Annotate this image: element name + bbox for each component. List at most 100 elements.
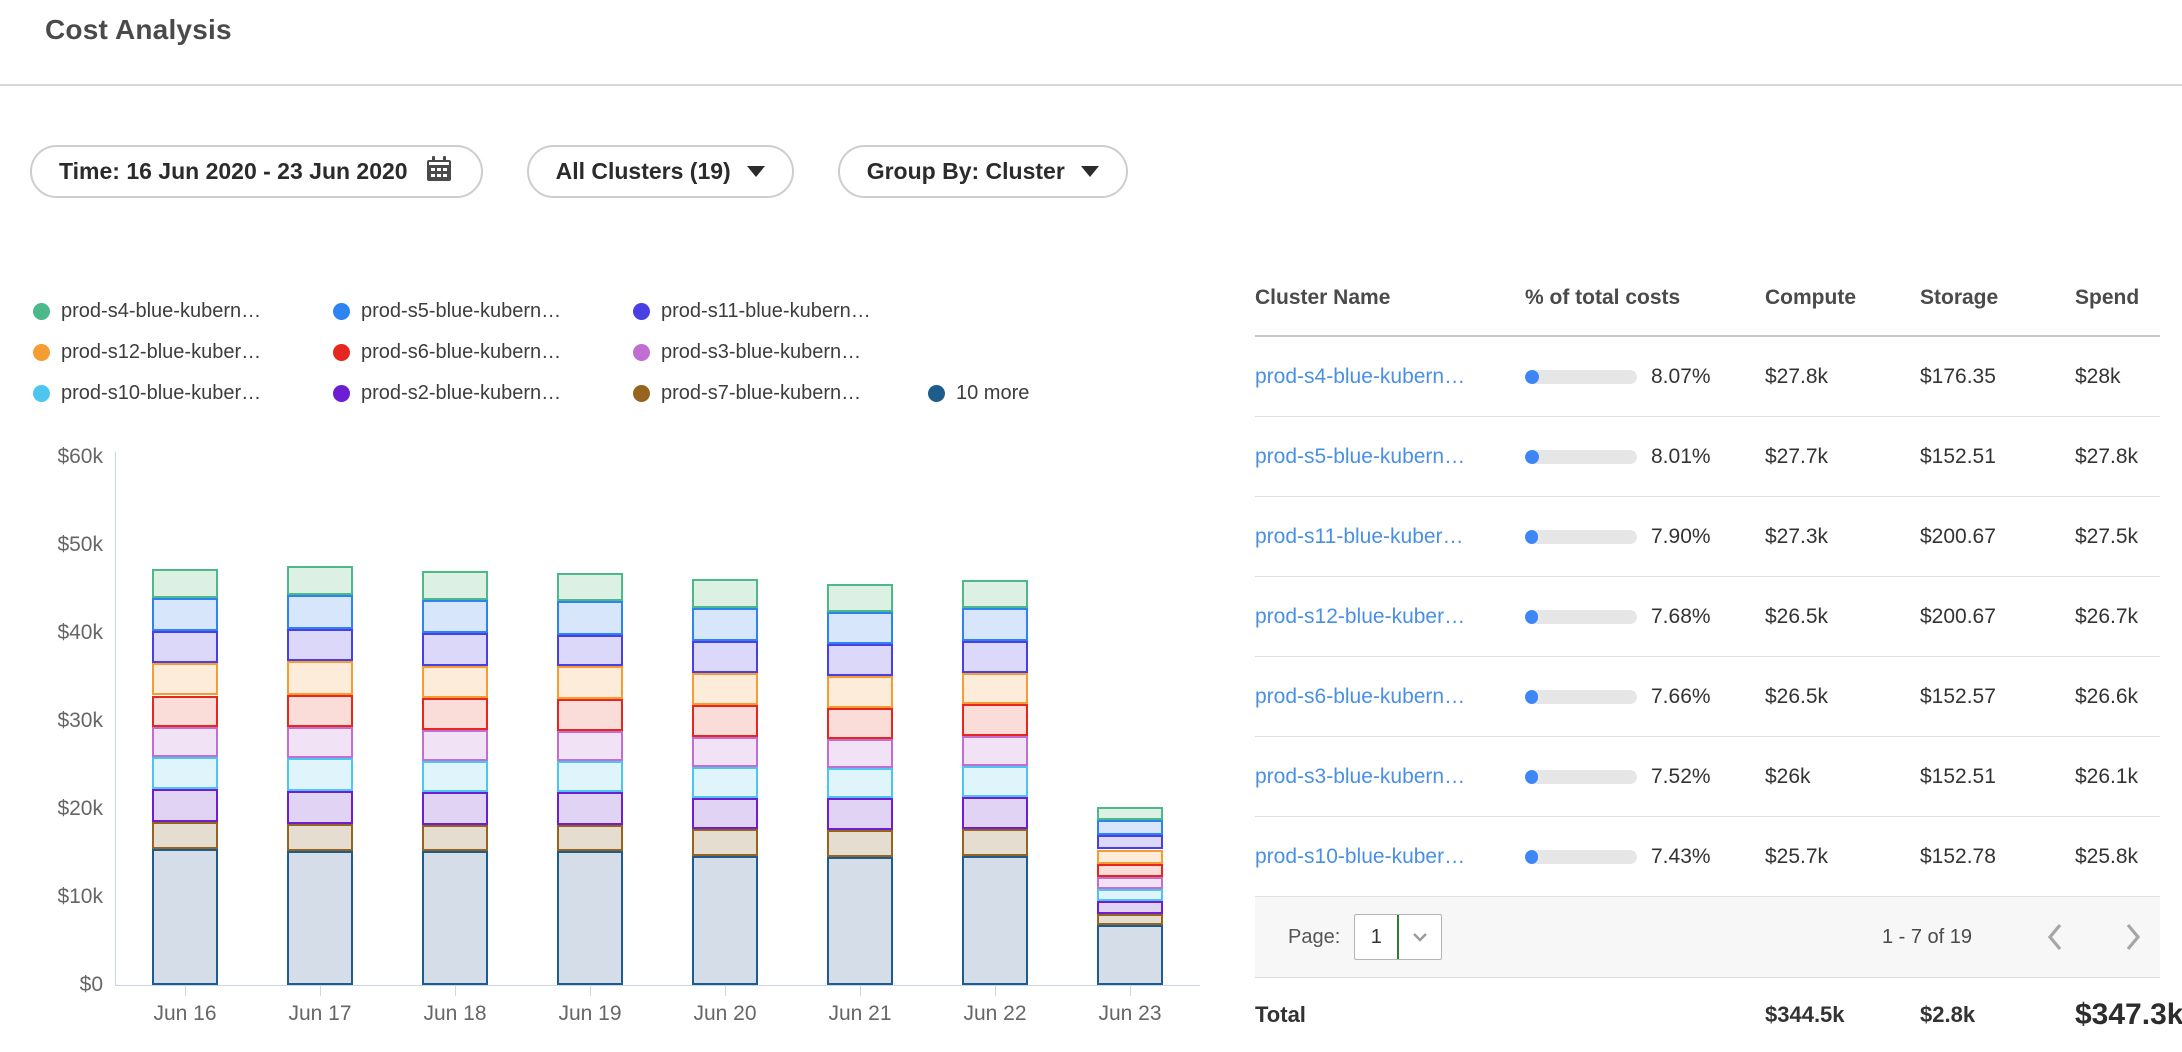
bar-segment[interactable]: [962, 797, 1028, 830]
bar-segment[interactable]: [827, 644, 893, 676]
legend-item[interactable]: prod-s4-blue-kubern…: [33, 296, 261, 326]
bar-segment[interactable]: [422, 792, 488, 825]
bar-segment[interactable]: [827, 676, 893, 708]
bar-segment[interactable]: [557, 851, 623, 985]
cluster-name-link[interactable]: prod-s12-blue-kuber…: [1255, 605, 1465, 628]
bar-segment[interactable]: [1097, 864, 1163, 876]
previous-page-button[interactable]: [2044, 920, 2066, 954]
bar-segment[interactable]: [287, 791, 353, 824]
bar-segment[interactable]: [962, 608, 1028, 641]
time-range-filter-button[interactable]: Time: 16 Jun 2020 - 23 Jun 2020: [30, 145, 483, 198]
bar-segment[interactable]: [287, 758, 353, 791]
bar-segment[interactable]: [152, 663, 218, 696]
bar-segment[interactable]: [557, 792, 623, 825]
bar-segment[interactable]: [422, 851, 488, 985]
bar-segment[interactable]: [962, 766, 1028, 797]
bar-segment[interactable]: [422, 600, 488, 633]
page-select[interactable]: 1: [1354, 914, 1442, 960]
bar-segment[interactable]: [827, 584, 893, 612]
legend-item[interactable]: prod-s11-blue-kubern…: [633, 296, 871, 326]
cluster-name-link[interactable]: prod-s11-blue-kuber…: [1255, 525, 1464, 548]
bar-segment[interactable]: [827, 612, 893, 645]
bar-segment[interactable]: [692, 705, 758, 737]
bar-segment[interactable]: [962, 736, 1028, 766]
bar-segment[interactable]: [422, 571, 488, 600]
cluster-name-link[interactable]: prod-s5-blue-kubern…: [1255, 445, 1465, 468]
bar-segment[interactable]: [692, 798, 758, 830]
bar-segment[interactable]: [692, 579, 758, 608]
legend-item[interactable]: prod-s12-blue-kuber…: [33, 337, 261, 367]
bar-segment[interactable]: [422, 633, 488, 666]
bar-segment[interactable]: [827, 768, 893, 799]
bar-segment[interactable]: [152, 727, 218, 757]
bar-segment[interactable]: [287, 566, 353, 595]
bar-segment[interactable]: [557, 699, 623, 731]
cluster-name-link[interactable]: prod-s4-blue-kubern…: [1255, 365, 1465, 388]
bar-segment[interactable]: [152, 757, 218, 789]
bar-segment[interactable]: [287, 824, 353, 851]
bar-segment[interactable]: [152, 631, 218, 663]
bar-segment[interactable]: [557, 635, 623, 667]
cluster-name-link[interactable]: prod-s3-blue-kubern…: [1255, 765, 1465, 788]
bar-segment[interactable]: [962, 641, 1028, 673]
bar-segment[interactable]: [287, 851, 353, 985]
bar-segment[interactable]: [152, 849, 218, 985]
bar-segment[interactable]: [422, 825, 488, 851]
bar-segment[interactable]: [827, 830, 893, 856]
bar-segment[interactable]: [962, 673, 1028, 705]
bar-segment[interactable]: [1097, 914, 1163, 925]
bar-segment[interactable]: [557, 825, 623, 851]
bar-segment[interactable]: [1097, 820, 1163, 835]
bar-segment[interactable]: [962, 580, 1028, 608]
bar-segment[interactable]: [152, 598, 218, 631]
bar-segment[interactable]: [1097, 807, 1163, 820]
bar-segment[interactable]: [287, 595, 353, 628]
legend-item[interactable]: prod-s5-blue-kubern…: [333, 296, 561, 326]
bar-segment[interactable]: [827, 798, 893, 830]
bar-segment[interactable]: [827, 708, 893, 739]
bar-segment[interactable]: [287, 727, 353, 758]
bar-segment[interactable]: [557, 601, 623, 634]
bar-segment[interactable]: [692, 737, 758, 767]
cluster-name-link[interactable]: prod-s6-blue-kubern…: [1255, 685, 1465, 708]
legend-item[interactable]: prod-s3-blue-kubern…: [633, 337, 861, 367]
bar-segment[interactable]: [692, 767, 758, 798]
bar-segment[interactable]: [557, 731, 623, 761]
bar-segment[interactable]: [287, 661, 353, 694]
bar-segment[interactable]: [287, 695, 353, 728]
bar-segment[interactable]: [557, 761, 623, 793]
bar-segment[interactable]: [422, 730, 488, 761]
clusters-filter-dropdown[interactable]: All Clusters (19): [527, 145, 794, 198]
bar-segment[interactable]: [557, 666, 623, 699]
legend-item[interactable]: prod-s2-blue-kubern…: [333, 378, 561, 408]
bar-segment[interactable]: [962, 856, 1028, 985]
bar-segment[interactable]: [1097, 901, 1163, 914]
cluster-name-link[interactable]: prod-s10-blue-kuber…: [1255, 845, 1465, 868]
bar-segment[interactable]: [692, 608, 758, 641]
bar-segment[interactable]: [1097, 925, 1163, 985]
bar-segment[interactable]: [1097, 877, 1163, 889]
legend-item[interactable]: prod-s6-blue-kubern…: [333, 337, 561, 367]
bar-segment[interactable]: [692, 829, 758, 855]
bar-segment[interactable]: [557, 573, 623, 601]
bar-segment[interactable]: [1097, 889, 1163, 900]
legend-item[interactable]: prod-s7-blue-kubern…: [633, 378, 861, 408]
bar-segment[interactable]: [152, 789, 218, 822]
next-page-button[interactable]: [2122, 920, 2144, 954]
legend-item[interactable]: 10 more: [928, 378, 1029, 408]
bar-segment[interactable]: [1097, 850, 1163, 865]
bar-segment[interactable]: [692, 641, 758, 673]
group-by-dropdown[interactable]: Group By: Cluster: [838, 145, 1128, 198]
bar-segment[interactable]: [152, 569, 218, 598]
bar-segment[interactable]: [1097, 835, 1163, 849]
bar-segment[interactable]: [962, 704, 1028, 736]
bar-segment[interactable]: [422, 698, 488, 730]
bar-segment[interactable]: [962, 829, 1028, 855]
legend-item[interactable]: prod-s10-blue-kuber…: [33, 378, 261, 408]
bar-segment[interactable]: [827, 739, 893, 768]
bar-segment[interactable]: [422, 666, 488, 699]
bar-segment[interactable]: [422, 761, 488, 793]
bar-segment[interactable]: [692, 673, 758, 706]
bar-segment[interactable]: [692, 856, 758, 985]
bar-segment[interactable]: [152, 696, 218, 728]
